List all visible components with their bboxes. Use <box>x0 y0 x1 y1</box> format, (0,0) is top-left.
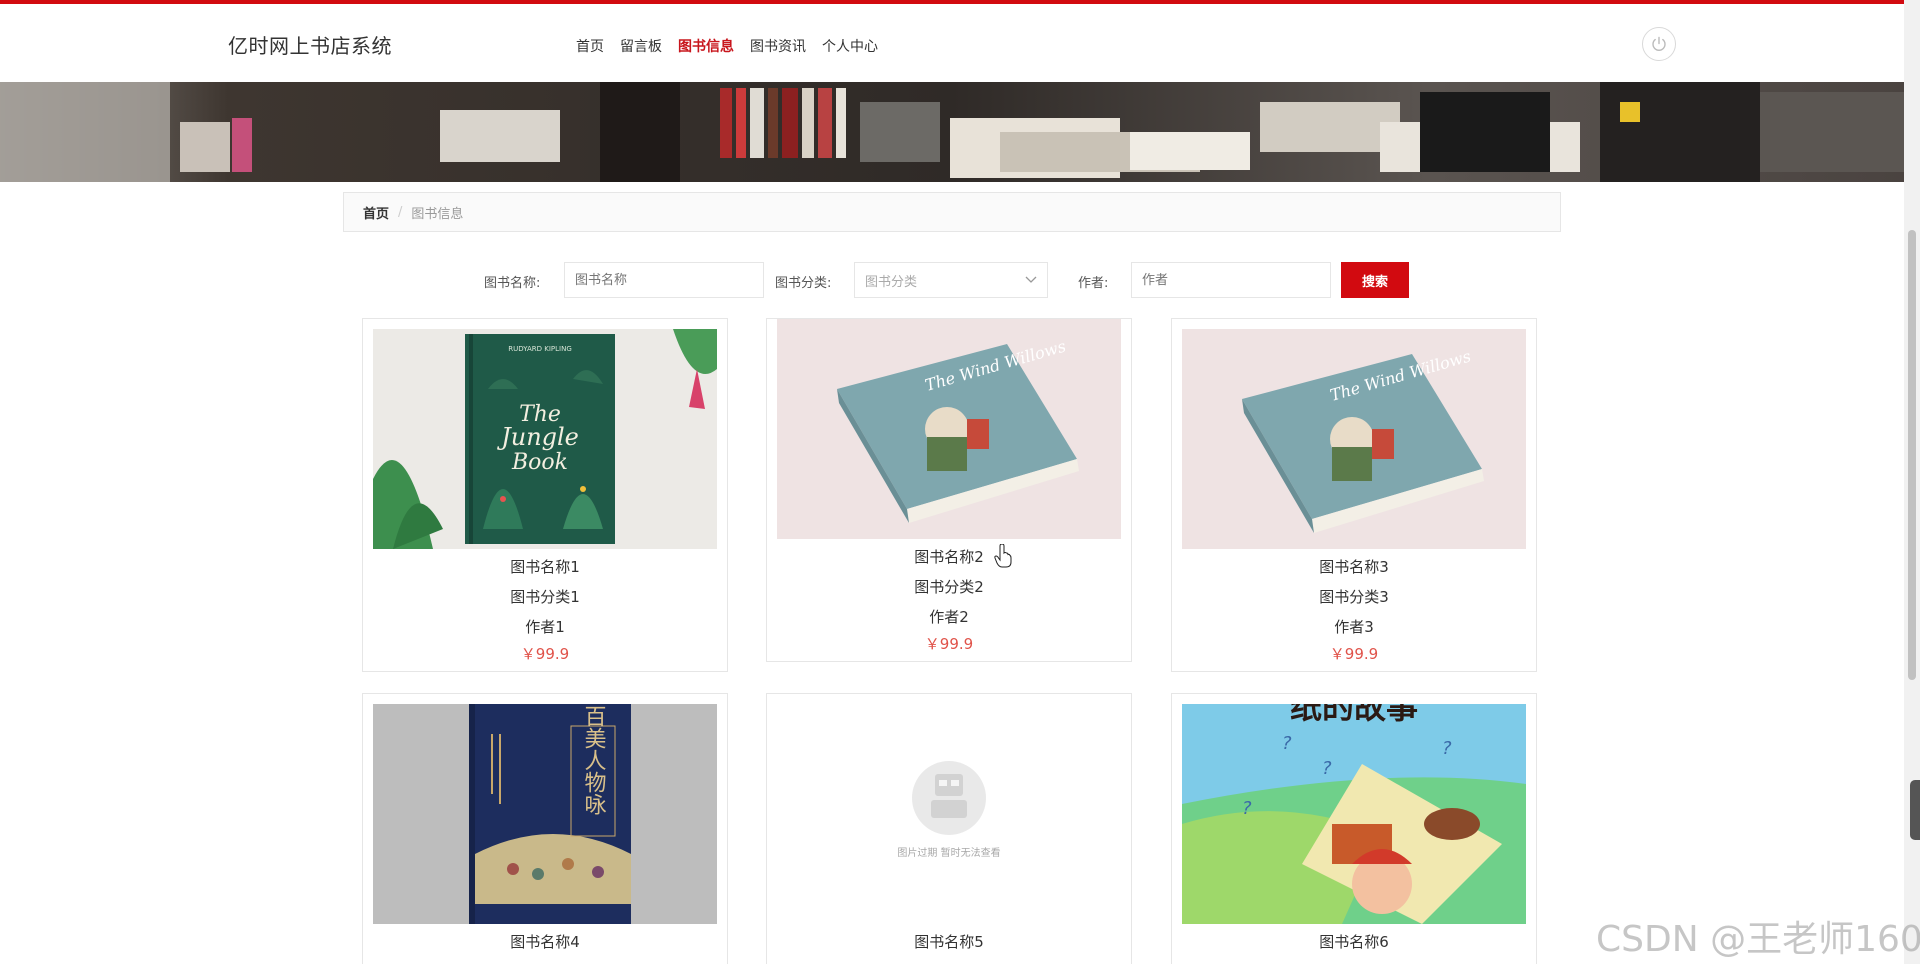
author-label: 作者: <box>1078 276 1109 291</box>
book-category: 图书分类2 <box>914 578 984 596</box>
book-cover-placeholder: 图片过期 暂时无法查看 <box>777 704 1121 924</box>
category-select[interactable]: 图书分类 <box>854 262 1048 298</box>
nav-message-board[interactable]: 留言板 <box>620 36 662 56</box>
cover-title-text: 纸的故事 <box>1290 704 1418 726</box>
watermark: CSDN @王老师160 <box>1596 919 1920 960</box>
breadcrumb-current: 图书信息 <box>411 206 464 222</box>
header: 亿时网上书店系统 首页 留言板 图书信息 图书资讯 个人中心 <box>0 4 1904 82</box>
cover-title-text: 百美人物咏 <box>581 705 607 815</box>
book-name: 图书名称6 <box>1319 933 1389 951</box>
book-name: 图书名称2 <box>914 548 984 566</box>
power-icon <box>1652 36 1666 51</box>
book-name: 图书名称1 <box>510 558 580 576</box>
cover-title-2: Jungle <box>496 423 579 451</box>
banner-image <box>0 82 1904 182</box>
category-select-placeholder: 图书分类 <box>865 274 918 290</box>
book-price: ￥99.9 <box>1329 645 1379 663</box>
logout-button[interactable] <box>1642 27 1676 61</box>
book-cover-3: The Wind Willows <box>1182 329 1526 549</box>
svg-text:?: ? <box>1282 733 1292 754</box>
image-expired-text: 图片过期 暂时无法查看 <box>897 846 1000 859</box>
nav-book-news[interactable]: 图书资讯 <box>750 36 806 56</box>
book-card[interactable]: ? ? ? ? 纸的故事 图书名称6 <box>1171 693 1537 964</box>
search-button[interactable]: 搜索 <box>1341 262 1409 298</box>
book-author: 作者3 <box>1334 618 1374 636</box>
svg-text:?: ? <box>1322 758 1332 779</box>
chevron-down-icon <box>1025 276 1037 283</box>
book-name-input[interactable] <box>564 262 764 298</box>
author-input[interactable] <box>1131 262 1331 298</box>
book-cover-6: ? ? ? ? 纸的故事 <box>1182 704 1526 924</box>
book-name: 图书名称3 <box>1319 558 1389 576</box>
book-card[interactable]: RUDYARD KIPLING The Jungle Book 图书名称1 图书… <box>362 318 728 672</box>
side-tab-handle[interactable] <box>1910 780 1920 840</box>
book-author: 作者1 <box>525 618 565 636</box>
book-card[interactable]: The Wind Willows 图书名称2 图书分类2 作者2 ￥99.9 <box>766 318 1132 662</box>
book-name: 图书名称5 <box>914 933 984 951</box>
search-bar: 图书名称: 图书分类: 图书分类 作者: 搜索 <box>0 262 1904 298</box>
breadcrumb-home[interactable]: 首页 <box>363 203 389 222</box>
book-cover-4: 百美人物咏 <box>373 704 717 924</box>
svg-text:?: ? <box>1242 798 1252 819</box>
cover-title-3: Book <box>511 450 568 475</box>
scrollbar-thumb[interactable] <box>1908 230 1916 680</box>
svg-text:?: ? <box>1442 738 1452 759</box>
main-nav: 首页 留言板 图书信息 图书资讯 个人中心 <box>576 36 878 56</box>
book-name-label: 图书名称: <box>484 276 541 291</box>
category-label: 图书分类: <box>775 276 832 291</box>
book-category: 图书分类3 <box>1319 588 1389 606</box>
book-price: ￥99.9 <box>520 645 570 663</box>
nav-personal-center[interactable]: 个人中心 <box>822 36 878 56</box>
cover-author-text: RUDYARD KIPLING <box>508 345 572 353</box>
site-title: 亿时网上书店系统 <box>228 34 392 58</box>
breadcrumb: 首页 / 图书信息 <box>343 192 1561 232</box>
book-author: 作者2 <box>929 608 969 626</box>
book-cover-1: RUDYARD KIPLING The Jungle Book <box>373 329 717 549</box>
book-card[interactable]: The Wind Willows 图书名称3 图书分类3 作者3 ￥99.9 <box>1171 318 1537 672</box>
book-card[interactable]: 图片过期 暂时无法查看 图书名称5 <box>766 693 1132 964</box>
book-category: 图书分类1 <box>510 588 580 606</box>
nav-book-info[interactable]: 图书信息 <box>678 36 734 56</box>
book-name: 图书名称4 <box>510 933 580 951</box>
breadcrumb-separator: / <box>398 204 403 220</box>
book-price: ￥99.9 <box>924 635 974 653</box>
hand-cursor-icon <box>994 544 1012 568</box>
nav-home[interactable]: 首页 <box>576 36 604 56</box>
book-card[interactable]: 百美人物咏 图书名称4 <box>362 693 728 964</box>
book-cover-2: The Wind Willows <box>777 319 1121 539</box>
